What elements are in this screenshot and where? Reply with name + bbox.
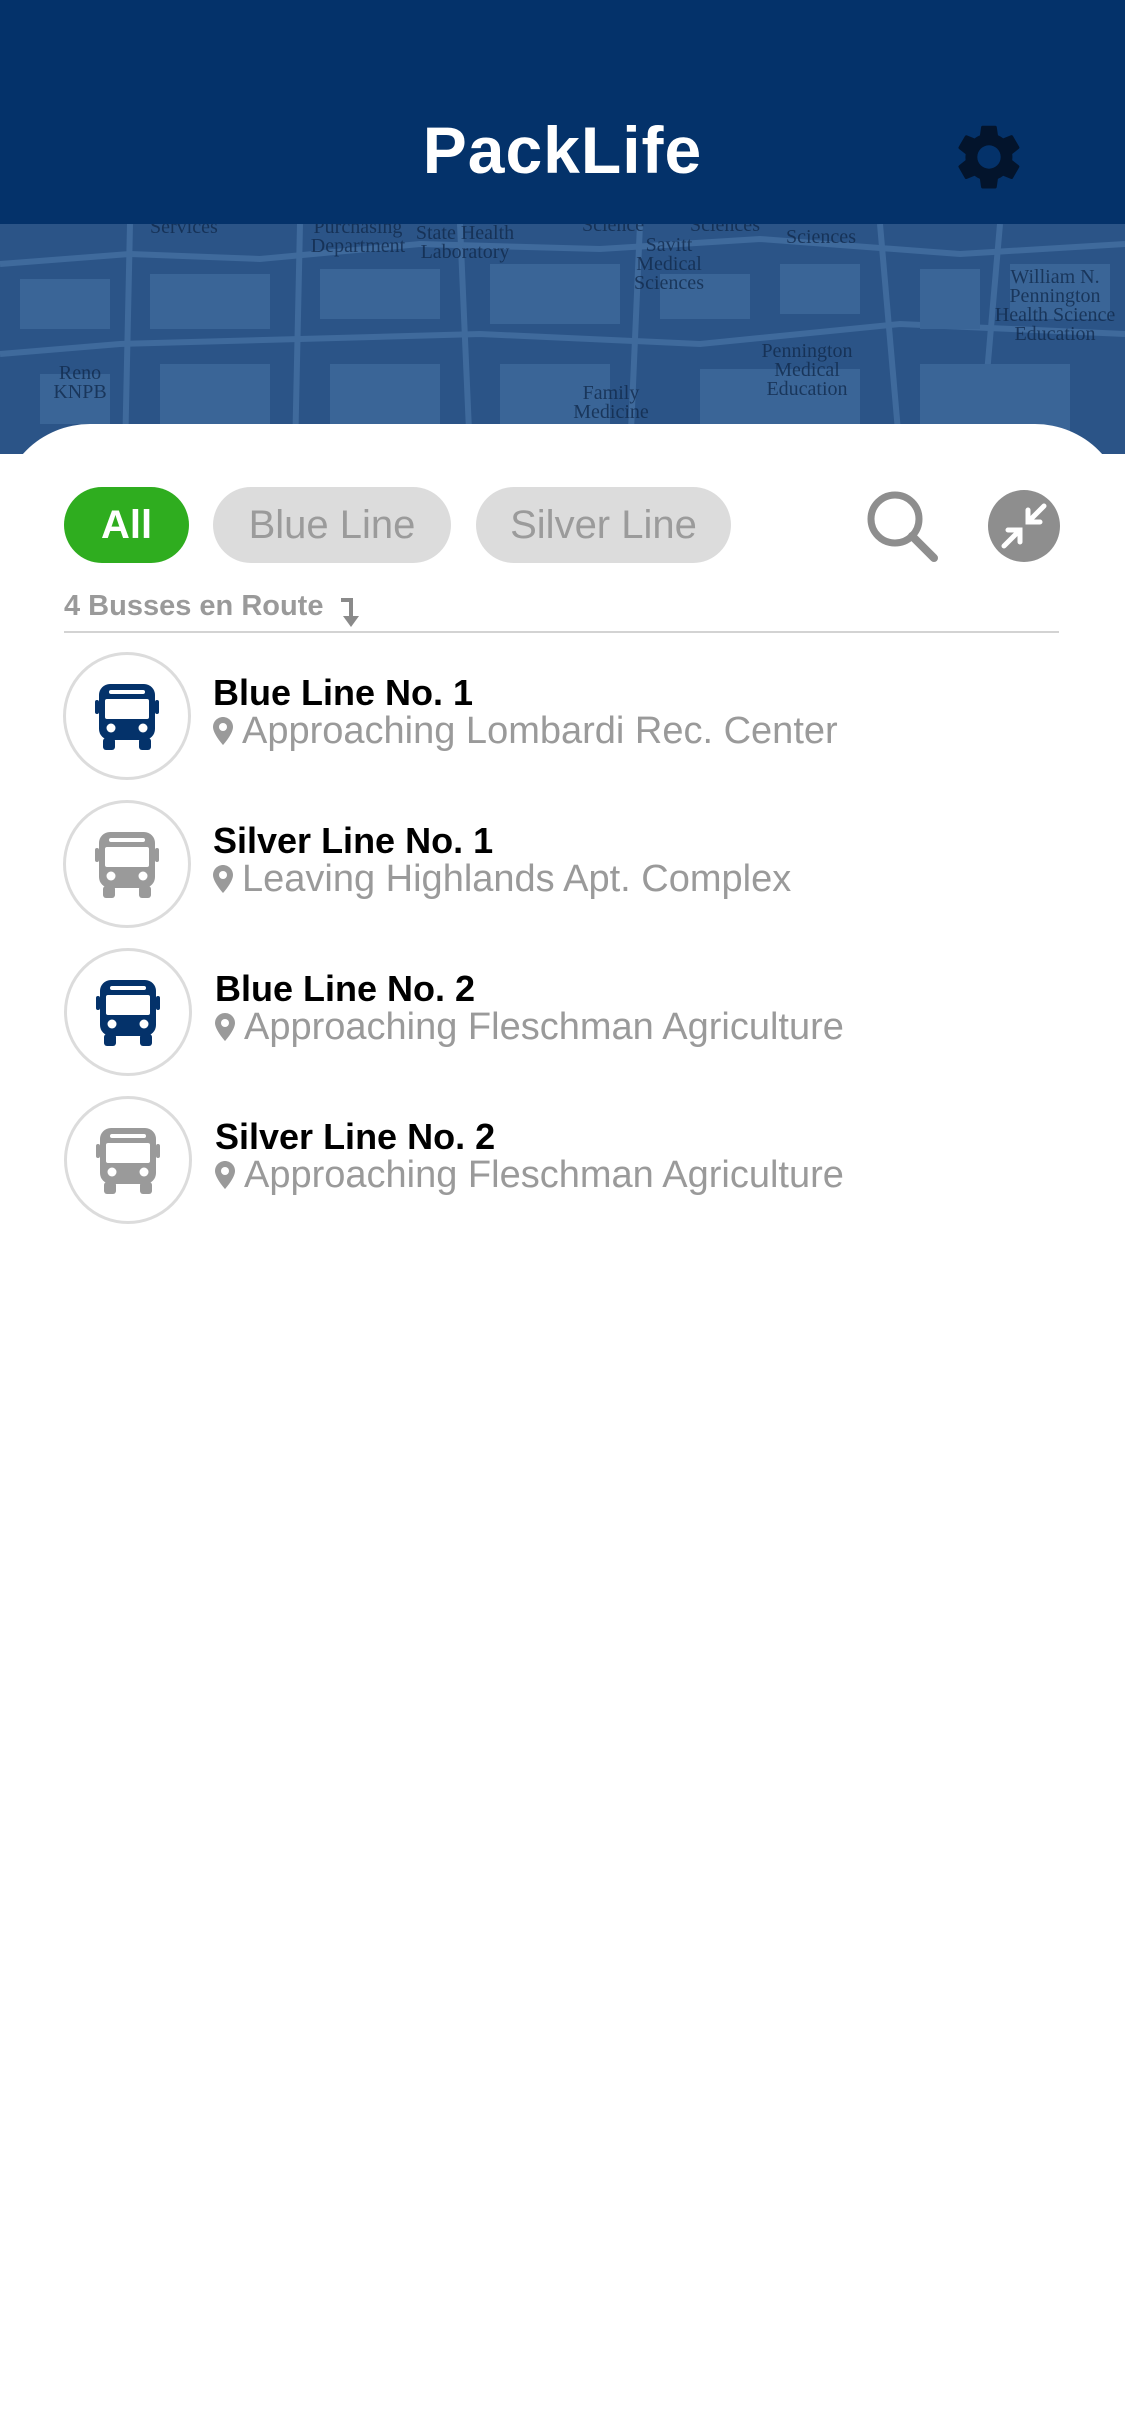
gear-icon[interactable] [950,118,1028,196]
map-label: Sciences [786,226,856,248]
bus-count-label: 4 Busses en Route [64,590,324,622]
bus-name: Blue Line No. 1 [213,672,474,713]
map-label: Purchasing Department [310,224,406,257]
location-pin-icon [215,1161,235,1189]
map-label: Savitt Medical Sciences [634,234,704,294]
bus-icon [95,832,159,898]
bus-avatar [63,800,191,928]
collapse-icon[interactable] [986,488,1062,564]
bus-list-item[interactable]: Silver Line No. 2 Approaching Fleschman … [0,1096,1125,1226]
bus-name: Silver Line No. 1 [213,820,494,861]
bus-status: Approaching Fleschman Agriculture [244,1006,844,1048]
map-label: State Health Laboratory [415,224,515,263]
bus-status: Approaching Lombardi Rec. Center [242,710,838,752]
app-header: PackLife [0,0,1125,224]
map-label: Reno KNPB [53,362,107,403]
bus-list-item[interactable]: Blue Line No. 1 Approaching Lombardi Rec… [0,652,1125,782]
map-label: William N. Pennington Health Science Edu… [994,266,1116,345]
map-label: Sciences [690,224,760,236]
filter-chip-blue-line[interactable]: Blue Line [213,487,451,563]
bus-list-item[interactable]: Blue Line No. 2 Approaching Fleschman Ag… [0,948,1125,1078]
bus-icon [96,980,160,1046]
filter-chip-all[interactable]: All [64,487,189,563]
filter-chip-silver-line[interactable]: Silver Line [476,487,731,563]
sort-down-arrow-icon[interactable] [338,596,360,628]
bus-name: Silver Line No. 2 [215,1116,496,1157]
location-pin-icon [213,865,233,893]
bus-avatar [64,1096,192,1224]
map-streets [0,224,1125,454]
bus-status: Approaching Fleschman Agriculture [244,1154,844,1196]
bus-name: Blue Line No. 2 [215,968,476,1009]
map-label: Pennington Medical Education [761,340,853,400]
bus-icon [96,1128,160,1194]
bus-avatar [64,948,192,1076]
bus-avatar [63,652,191,780]
location-pin-icon [215,1013,235,1041]
map-label: Science [582,224,645,236]
map-label: Services [150,224,218,238]
bus-status: Leaving Highlands Apt. Complex [242,858,792,900]
location-pin-icon [213,717,233,745]
map-label: Family Medicine [573,382,649,423]
list-divider [64,631,1059,633]
search-icon[interactable] [864,488,940,564]
bus-icon [95,684,159,750]
bus-list-item[interactable]: Silver Line No. 1 Leaving Highlands Apt.… [0,800,1125,930]
campus-map[interactable]: Services Purchasing Department State Hea… [0,224,1125,454]
